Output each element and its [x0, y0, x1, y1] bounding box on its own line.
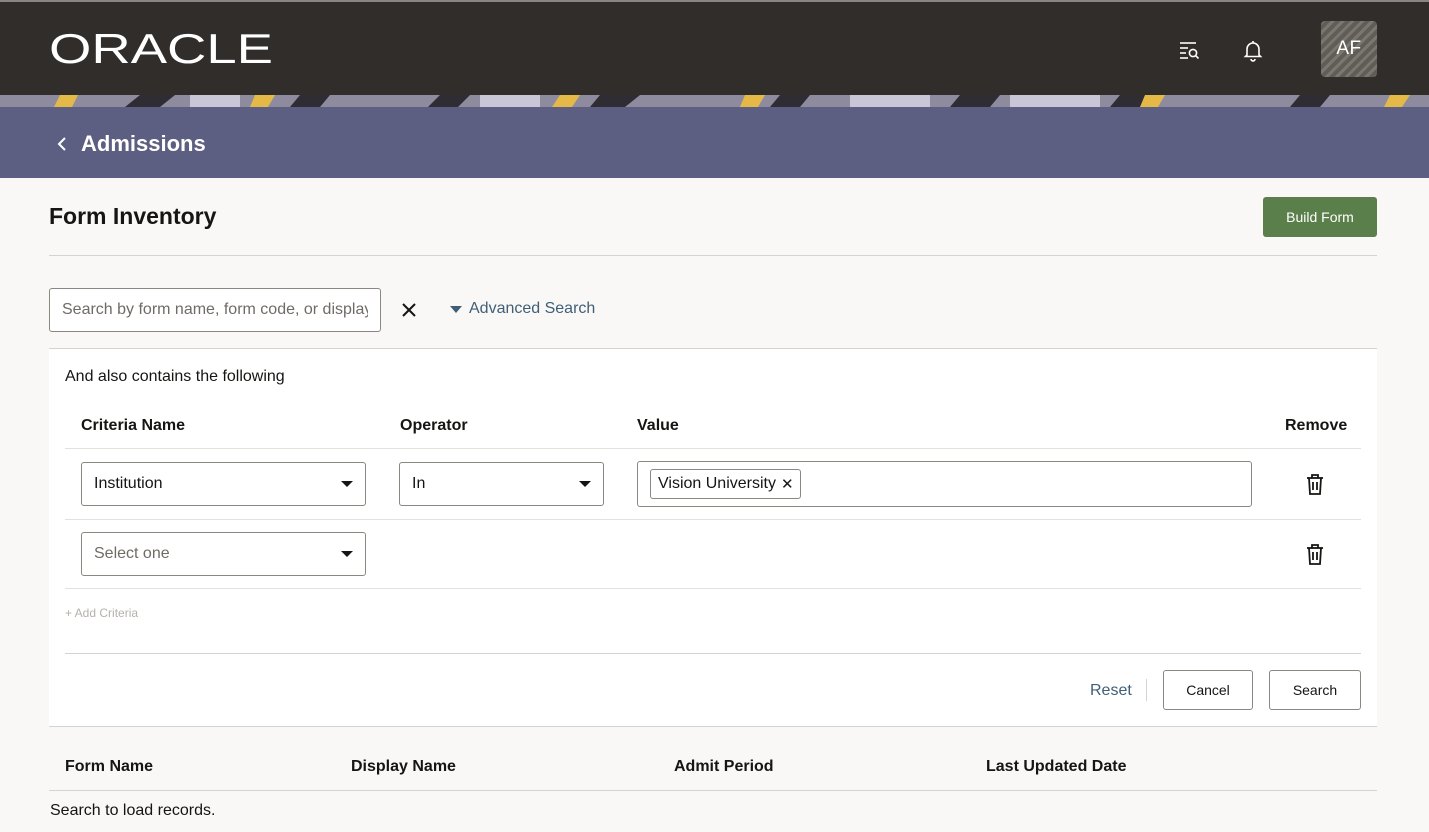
- add-criteria-link[interactable]: + Add Criteria: [65, 606, 138, 620]
- advanced-search-toggle[interactable]: Advanced Search: [450, 300, 595, 318]
- value-chip: Vision University ✕: [650, 469, 801, 499]
- panel-divider: [65, 653, 1361, 654]
- column-header-criteria: Criteria Name: [81, 417, 186, 434]
- oracle-logo: ORACLE: [49, 25, 275, 72]
- caret-down-icon: [579, 481, 591, 487]
- trash-icon[interactable]: [1304, 542, 1326, 566]
- criteria-select-value: Institution: [94, 475, 163, 492]
- column-header-value: Value: [637, 417, 679, 434]
- avatar-initials: AF: [1336, 38, 1362, 59]
- operator-select[interactable]: In: [399, 462, 604, 506]
- build-form-button[interactable]: Build Form: [1263, 197, 1377, 237]
- table-header-display-name[interactable]: Display Name: [351, 758, 456, 776]
- remove-chip-icon[interactable]: ✕: [781, 475, 794, 493]
- advanced-search-panel: And also contains the following Criteria…: [49, 348, 1377, 727]
- table-divider: [49, 790, 1377, 791]
- row-divider: [65, 448, 1361, 449]
- row-divider: [65, 519, 1361, 520]
- reset-link[interactable]: Reset: [1090, 682, 1132, 700]
- trash-icon[interactable]: [1304, 472, 1326, 496]
- search-input[interactable]: [49, 288, 381, 332]
- operator-select-value: In: [412, 475, 426, 492]
- banner-heading: Admissions: [81, 131, 206, 156]
- table-header-last-updated[interactable]: Last Updated Date: [986, 758, 1126, 776]
- user-avatar[interactable]: AF: [1321, 21, 1377, 77]
- chip-label: Vision University: [658, 475, 776, 492]
- value-multiselect[interactable]: Vision University ✕: [637, 461, 1252, 507]
- table-header-admit-period[interactable]: Admit Period: [674, 758, 774, 776]
- advanced-heading: And also contains the following: [65, 368, 285, 385]
- table-header-form-name[interactable]: Form Name: [65, 758, 153, 776]
- search-button[interactable]: Search: [1269, 670, 1361, 710]
- cancel-button[interactable]: Cancel: [1163, 670, 1253, 710]
- app-header: ORACLE AF: [0, 0, 1429, 95]
- banner-pattern: [0, 95, 1429, 107]
- caret-down-icon: [341, 481, 353, 487]
- search-list-icon[interactable]: [1175, 36, 1203, 64]
- divider: [49, 255, 1377, 256]
- caret-down-icon: [450, 305, 462, 313]
- column-header-operator: Operator: [400, 417, 468, 434]
- vertical-separator: [1146, 679, 1147, 701]
- advanced-search-label: Advanced Search: [469, 300, 596, 317]
- criteria-select[interactable]: Institution: [81, 462, 366, 506]
- clear-search-icon[interactable]: [398, 299, 420, 321]
- page-title: Form Inventory: [49, 203, 217, 229]
- caret-down-icon: [341, 551, 353, 557]
- empty-state-message: Search to load records.: [50, 802, 216, 819]
- bell-icon[interactable]: [1239, 36, 1267, 64]
- logo-text: ORACLE: [49, 32, 273, 66]
- criteria-select-empty[interactable]: Select one: [81, 532, 366, 576]
- criteria-select-placeholder: Select one: [94, 545, 170, 562]
- back-chevron-icon[interactable]: [52, 134, 72, 154]
- banner-title: Admissions: [52, 131, 206, 157]
- page-banner: Admissions: [0, 95, 1429, 178]
- column-header-remove: Remove: [1285, 417, 1348, 434]
- row-divider: [65, 588, 1361, 589]
